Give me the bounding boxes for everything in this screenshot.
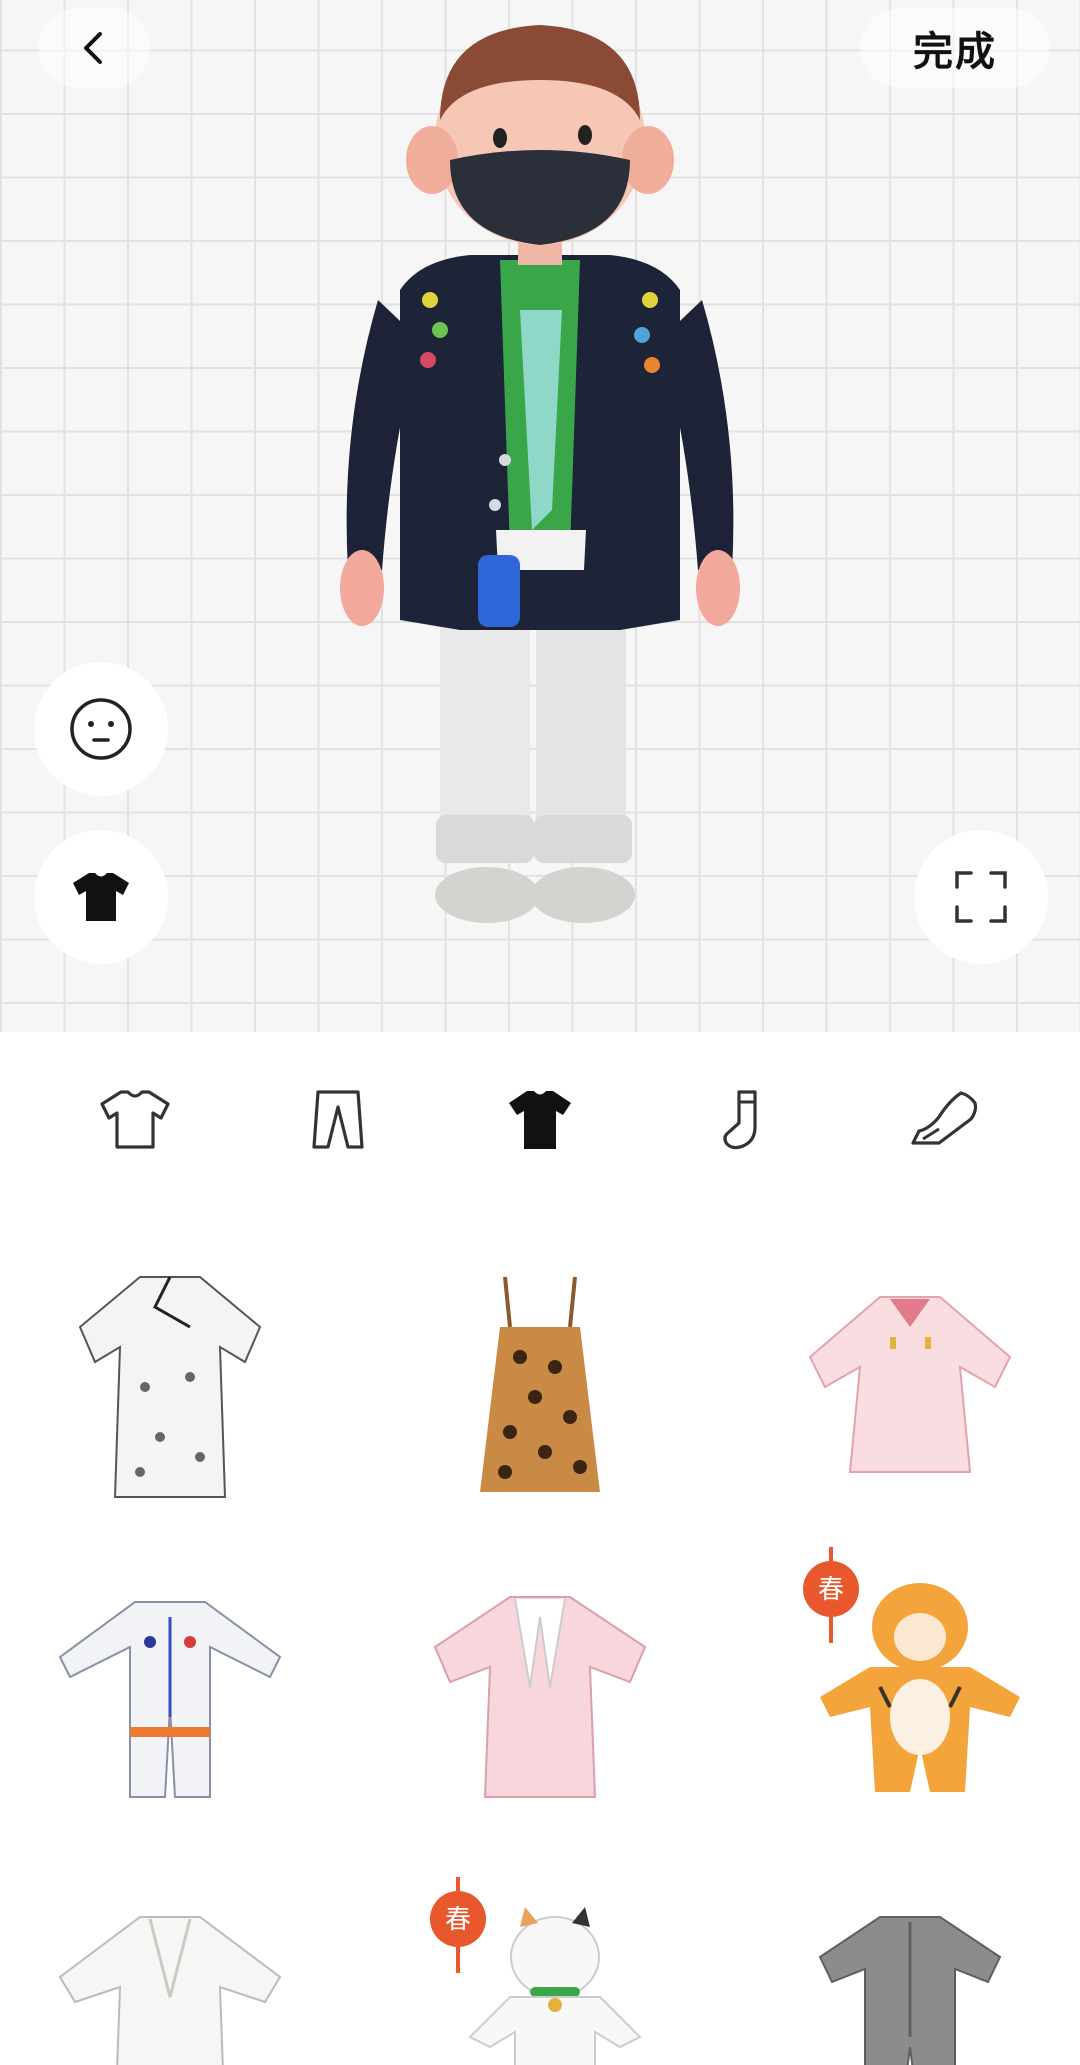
sneaker-outline-icon — [911, 1090, 977, 1145]
item-qipao-butterfly-dress[interactable] — [20, 1237, 320, 1537]
svg-text:春: 春 — [445, 1905, 471, 1935]
tab-shoes[interactable] — [875, 1060, 1015, 1180]
spring-lantern-badge: 春 — [430, 1877, 486, 1973]
item-white-bathrobe[interactable] — [20, 1867, 320, 2065]
category-tabs — [0, 1032, 1080, 1207]
face-button[interactable] — [34, 662, 168, 796]
item-pink-shirt-dress[interactable] — [390, 1547, 690, 1847]
item-astronaut-suit[interactable] — [20, 1547, 320, 1847]
pink-shirt-dress-image — [433, 1596, 647, 1798]
sock-outline-icon — [723, 1089, 757, 1149]
leopard-dress-image — [480, 1276, 600, 1492]
fullscreen-button[interactable] — [914, 830, 1048, 964]
qipao-dress-image — [78, 1276, 262, 1498]
avatar-figure — [340, 25, 740, 923]
fullscreen-corners-icon — [955, 871, 1007, 923]
back-button[interactable] — [38, 8, 150, 88]
done-button[interactable]: 完成 — [860, 8, 1050, 88]
avatar-preview: 完成 — [0, 0, 1080, 1032]
tab-onepiece[interactable] — [470, 1060, 610, 1180]
tab-bottom[interactable] — [268, 1060, 408, 1180]
svg-text:春: 春 — [818, 1575, 844, 1605]
chevron-left-icon — [84, 32, 102, 64]
pants-outline-icon — [311, 1089, 364, 1149]
item-pink-ruffle-dress[interactable] — [760, 1237, 1060, 1537]
item-gray-jumpsuit[interactable] — [760, 1867, 1060, 2065]
item-leopard-camisole-dress[interactable] — [390, 1237, 690, 1537]
clothing-grid: 春 春 — [0, 1207, 1080, 2065]
tshirt-filled-icon — [73, 873, 129, 921]
neutral-face-icon — [70, 698, 132, 760]
bathrobe-image — [58, 1916, 282, 2065]
tab-socks[interactable] — [672, 1060, 812, 1180]
tshirt-outline-icon — [100, 1089, 170, 1149]
astronaut-suit-image — [58, 1601, 282, 1798]
tab-top[interactable] — [65, 1060, 205, 1180]
pink-dress-image — [808, 1296, 1012, 1473]
spring-lantern-badge: 春 — [803, 1547, 859, 1643]
tshirt-filled-icon — [508, 1090, 571, 1149]
outfit-button[interactable] — [34, 830, 168, 964]
jumpsuit-image — [818, 1916, 1002, 2065]
